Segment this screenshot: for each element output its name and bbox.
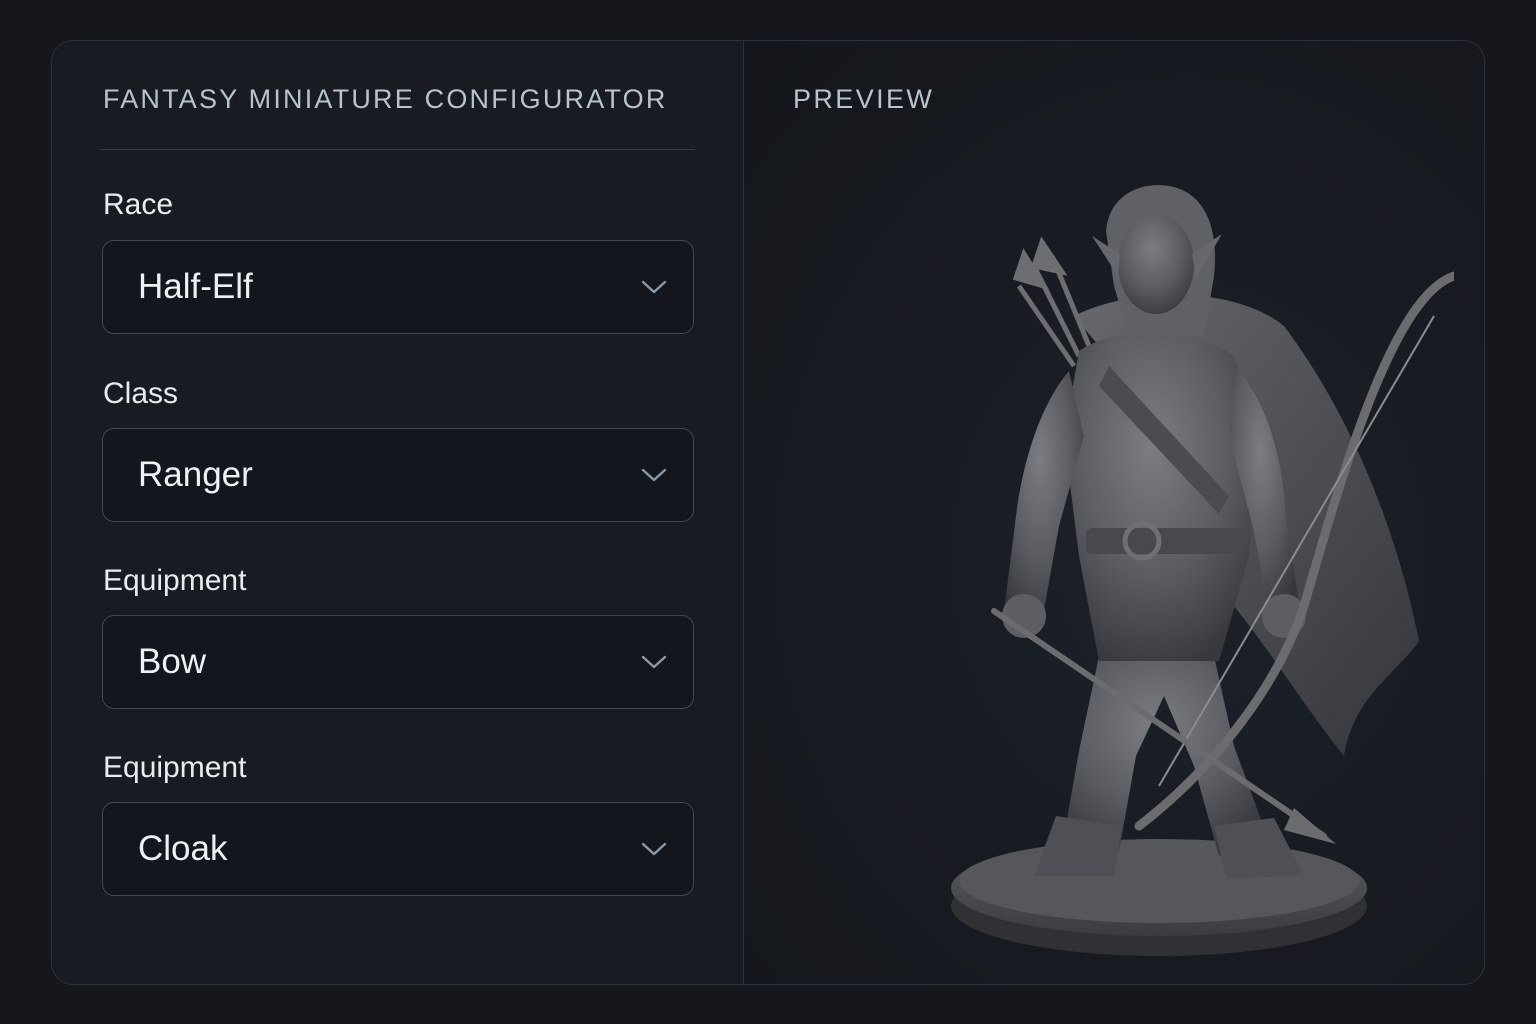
miniature-arrowhead [1284,808,1336,844]
race-select[interactable]: Half-Elf [102,240,694,334]
equipment-weapon-select[interactable]: Bow [102,615,694,709]
miniature-preview[interactable] [874,136,1454,956]
quiver-arrows [1012,236,1092,368]
race-selected-value: Half-Elf [138,267,253,306]
chevron-down-icon [639,460,669,490]
preview-title: PREVIEW [793,84,935,114]
equipment-garment-select[interactable]: Cloak [102,802,694,896]
chevron-down-icon [639,272,669,302]
equipment-garment-selected-value: Cloak [138,829,228,868]
configurator-window: FANTASY MINIATURE CONFIGURATOR Race Half… [51,40,1485,985]
miniature-left-boot [1034,816,1122,876]
equipment-label: Equipment [103,564,247,597]
equipment-label-2: Equipment [103,751,247,784]
equipment-weapon-selected-value: Bow [138,642,207,681]
chevron-down-icon [639,647,669,677]
title-divider [100,149,695,150]
preview-panel: PREVIEW [744,41,1484,984]
class-selected-value: Ranger [138,455,253,494]
class-label: Class [103,377,179,410]
miniature-belt [1086,528,1244,554]
miniature-base-top [959,839,1359,923]
race-label: Race [103,188,174,221]
configuration-panel: FANTASY MINIATURE CONFIGURATOR Race Half… [52,41,744,984]
miniature-face [1118,214,1194,314]
configurator-title: FANTASY MINIATURE CONFIGURATOR [103,84,668,114]
chevron-down-icon [639,834,669,864]
class-select[interactable]: Ranger [102,428,694,522]
miniature-torso [1064,332,1259,661]
